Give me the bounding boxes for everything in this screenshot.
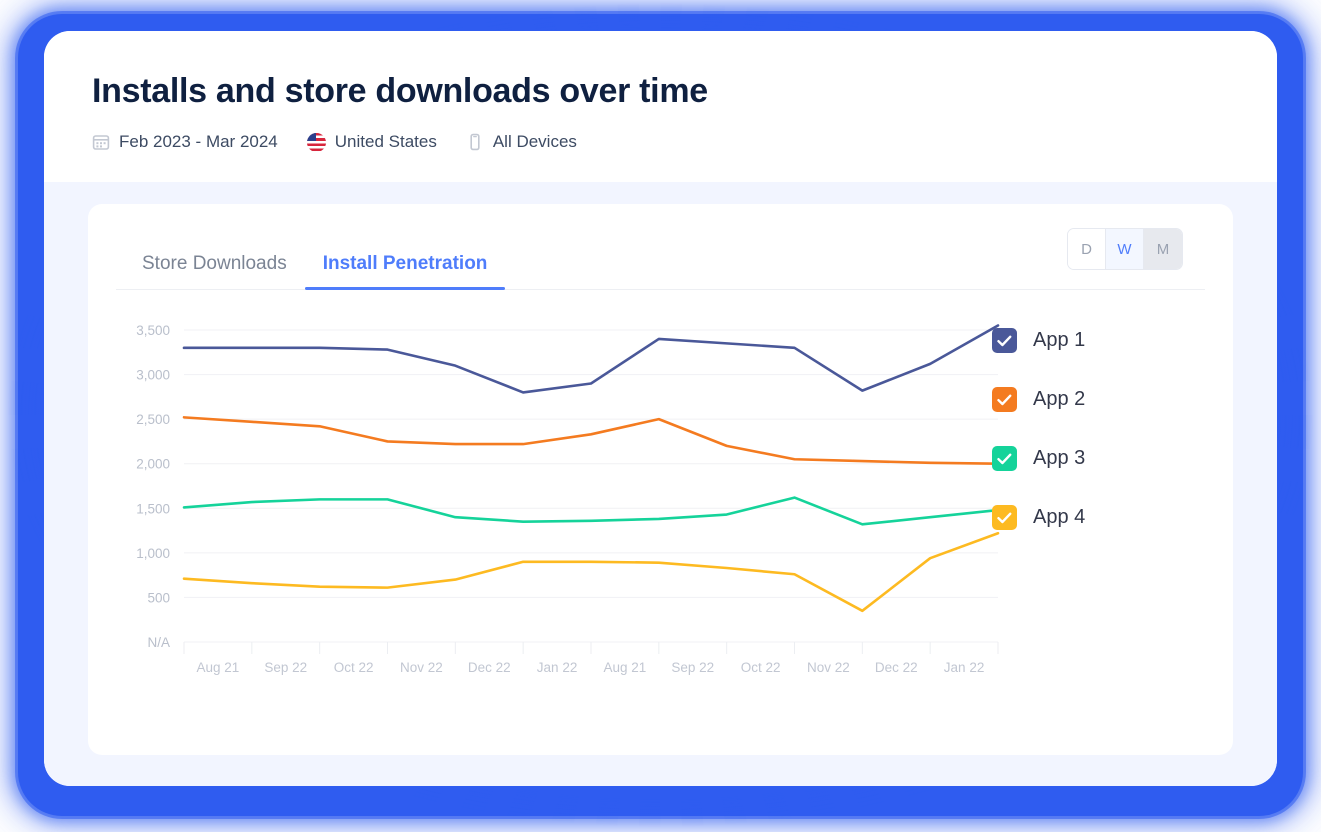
chart-series-lines	[184, 326, 998, 611]
date-range-filter[interactable]: Feb 2023 - Mar 2024	[92, 132, 278, 152]
x-axis-tick-label: Oct 22	[741, 660, 781, 675]
series-line-app-1	[184, 326, 998, 393]
x-axis-tick-label: Oct 22	[334, 660, 374, 675]
chart-card: Store Downloads Install Penetration D W …	[88, 204, 1233, 755]
legend-label-app-3: App 3	[1033, 447, 1085, 470]
chart-x-axis-labels: Aug 21 Sep 22 Oct 22 Nov 22 Dec 22 Jan 22 Aug …	[197, 660, 985, 675]
date-range-label: Feb 2023 - Mar 2024	[119, 132, 278, 152]
legend-checkbox-app-3[interactable]	[992, 446, 1017, 471]
dashboard-body: Store Downloads Install Penetration D W …	[44, 182, 1277, 786]
x-axis-tick-label: Nov 22	[807, 660, 850, 675]
legend-checkbox-app-4[interactable]	[992, 505, 1017, 530]
legend-label-app-2: App 2	[1033, 388, 1085, 411]
device-label: All Devices	[493, 132, 577, 152]
legend-item-app-4[interactable]: App 4	[992, 505, 1085, 530]
legend-item-app-3[interactable]: App 3	[992, 446, 1085, 471]
x-axis-tick-label: Aug 21	[197, 660, 240, 675]
legend-checkbox-app-1[interactable]	[992, 328, 1017, 353]
page-header: Installs and store downloads over time	[44, 31, 1277, 182]
x-axis-tick-label: Sep 22	[671, 660, 714, 675]
y-axis-tick-label: 2,000	[136, 457, 170, 472]
y-axis-tick-label: 500	[147, 590, 170, 605]
x-axis-tick-label: Aug 21	[604, 660, 647, 675]
granularity-toggle-group: D W M	[1067, 228, 1183, 270]
mobile-device-icon	[466, 133, 484, 151]
line-chart-plot: N/A 500 1,000 1,500 2,000 2,500 3,000 3,500 Aug…	[116, 320, 1016, 690]
x-axis-tick-label: Jan 22	[944, 660, 985, 675]
x-axis-tick-label: Jan 22	[537, 660, 578, 675]
x-axis-tick-label: Dec 22	[468, 660, 511, 675]
filter-summary-row: Feb 2023 - Mar 2024 United States	[92, 132, 1277, 152]
chart-legend: App 1 App 2 App 3	[992, 328, 1085, 530]
chart-y-axis-labels: N/A 500 1,000 1,500 2,000 2,500 3,000 3,500	[136, 323, 170, 650]
x-axis-tick-label: Sep 22	[264, 660, 307, 675]
y-axis-tick-label: 3,500	[136, 323, 170, 338]
chart-tabs: Store Downloads Install Penetration D W …	[116, 204, 1205, 290]
legend-item-app-2[interactable]: App 2	[992, 387, 1085, 412]
granularity-option-daily[interactable]: D	[1068, 229, 1106, 269]
tab-store-downloads[interactable]: Store Downloads	[124, 253, 305, 289]
tab-install-penetration[interactable]: Install Penetration	[305, 253, 506, 289]
y-axis-tick-label: 3,000	[136, 368, 170, 383]
calendar-icon	[92, 133, 110, 151]
legend-item-app-1[interactable]: App 1	[992, 328, 1085, 353]
series-line-app-4	[184, 533, 998, 611]
flag-us-icon	[307, 133, 326, 152]
country-label: United States	[335, 132, 437, 152]
app-window: Installs and store downloads over time	[44, 31, 1277, 786]
chart-svg: N/A 500 1,000 1,500 2,000 2,500 3,000 3,500 Aug…	[116, 320, 1016, 690]
granularity-option-monthly[interactable]: M	[1144, 229, 1182, 269]
page-title: Installs and store downloads over time	[92, 73, 1277, 110]
legend-checkbox-app-2[interactable]	[992, 387, 1017, 412]
screenshot-stage: Installs and store downloads over time	[0, 0, 1321, 832]
legend-label-app-1: App 1	[1033, 329, 1085, 352]
y-axis-tick-label: 1,500	[136, 501, 170, 516]
granularity-option-weekly[interactable]: W	[1106, 229, 1144, 269]
x-axis-tick-label: Nov 22	[400, 660, 443, 675]
y-axis-tick-label: 1,000	[136, 546, 170, 561]
x-axis-tick-label: Dec 22	[875, 660, 918, 675]
chart-region: N/A 500 1,000 1,500 2,000 2,500 3,000 3,500 Aug…	[116, 298, 1205, 718]
y-axis-tick-label: 2,500	[136, 412, 170, 427]
series-line-app-3	[184, 498, 998, 525]
series-line-app-2	[184, 417, 998, 463]
country-filter[interactable]: United States	[307, 132, 437, 152]
legend-label-app-4: App 4	[1033, 506, 1085, 529]
device-filter[interactable]: All Devices	[466, 132, 577, 152]
y-axis-tick-label: N/A	[147, 635, 170, 650]
chart-gridlines	[184, 330, 998, 642]
chart-x-axis-ticks	[184, 642, 998, 654]
